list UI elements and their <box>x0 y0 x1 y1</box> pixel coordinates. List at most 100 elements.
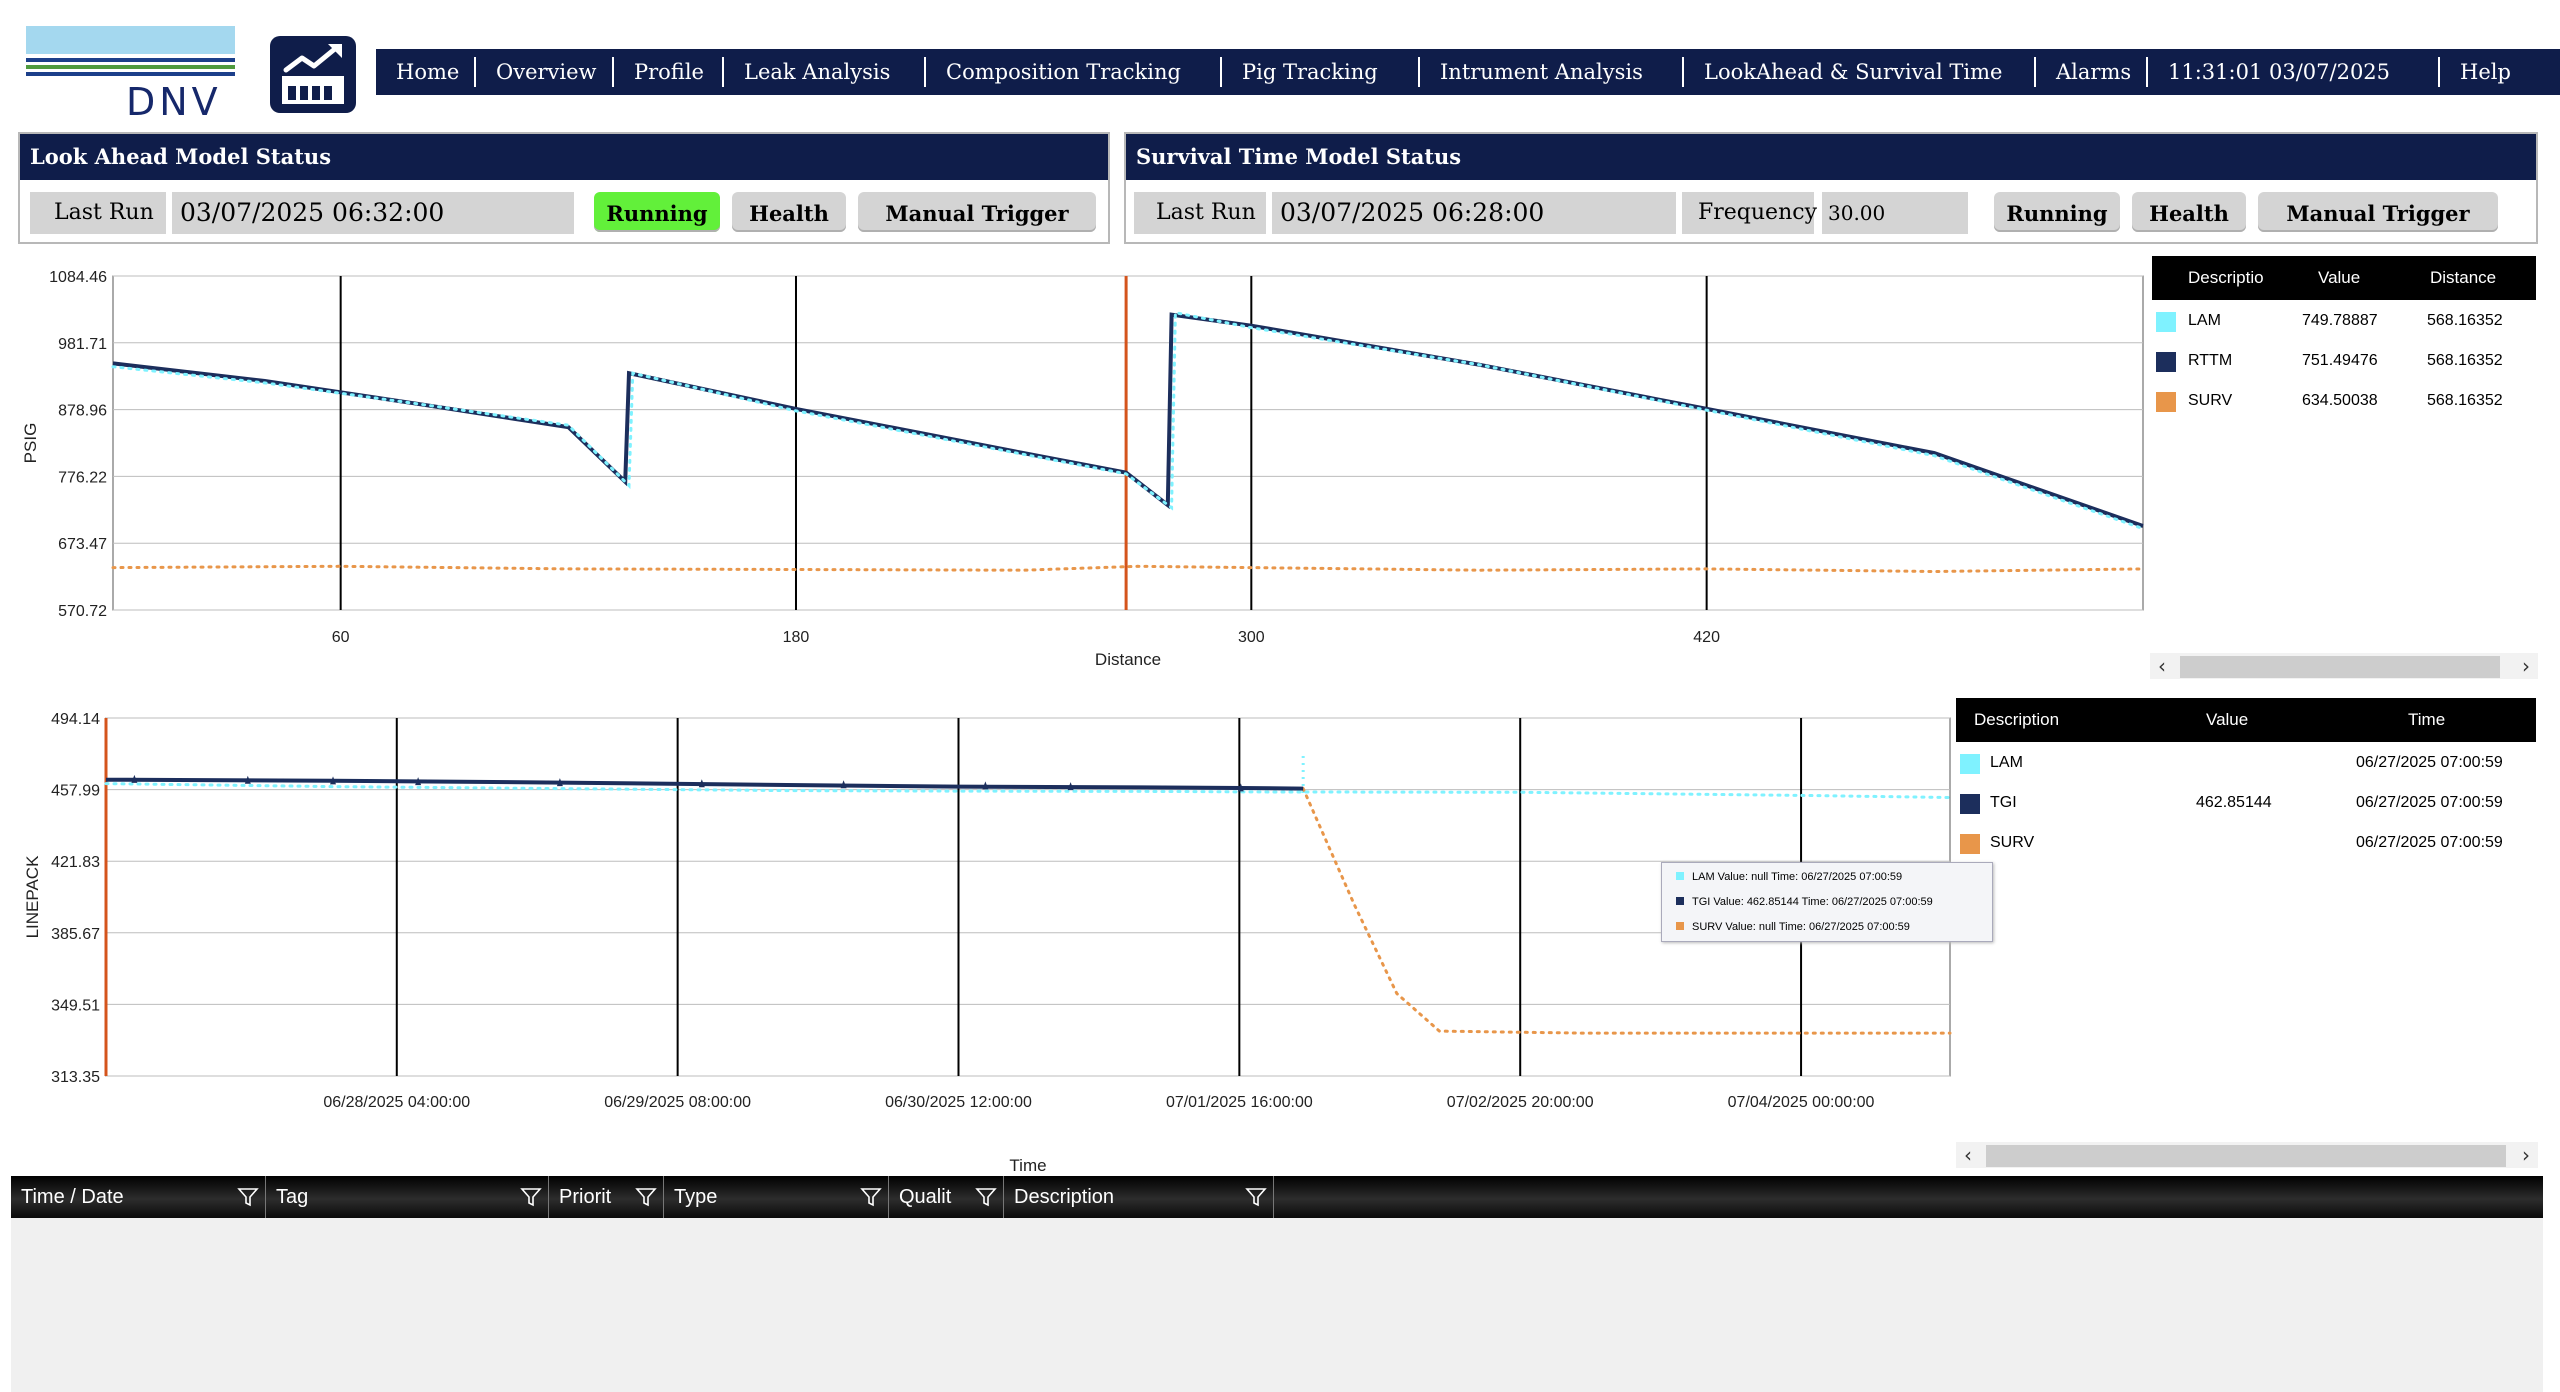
scroll-right-icon[interactable]: › <box>2516 653 2536 679</box>
lam-swatch <box>1960 754 1980 774</box>
scroll-right-icon[interactable]: › <box>2516 1142 2536 1168</box>
look-ahead-title: Look Ahead Model Status <box>20 134 1108 180</box>
col-time-date[interactable]: Time / Date <box>11 1176 266 1218</box>
nav-home[interactable]: Home <box>376 57 476 87</box>
nav-alarms[interactable]: Alarms <box>2036 57 2148 87</box>
survival-panel: Survival Time Model Status Last Run 03/0… <box>1124 132 2538 244</box>
survival-last-run-value: 03/07/2025 06:28:00 <box>1272 192 1676 234</box>
scroll-left-icon[interactable]: ‹ <box>1958 1142 1978 1168</box>
survival-last-run-label: Last Run <box>1134 192 1266 234</box>
x-tick-label: 07/01/2025 16:00:00 <box>1166 1094 1313 1111</box>
legend-time: 06/27/2025 07:00:59 <box>2356 834 2503 851</box>
tooltip-lam-line: LAM Value: null Time: 06/27/2025 07:00:5… <box>1676 871 1902 883</box>
legend-row-surv: SURV 06/27/2025 07:00:59 <box>1956 822 2536 862</box>
look-ahead-last-run-value: 03/07/2025 06:32:00 <box>172 192 574 234</box>
look-ahead-panel: Look Ahead Model Status Last Run 03/07/2… <box>18 132 1110 244</box>
tooltip-surv-line: SURV Value: null Time: 06/27/2025 07:00:… <box>1676 921 1910 933</box>
x-tick-label: 06/30/2025 12:00:00 <box>885 1094 1032 1111</box>
nav-instrument-analysis[interactable]: Intrument Analysis <box>1420 57 1684 87</box>
dashboard-chart-icon[interactable] <box>270 36 356 113</box>
y-tick-label: 776.22 <box>58 469 107 486</box>
linepack-legend: Description Value Time LAM 06/27/2025 07… <box>1956 698 2536 862</box>
legend-value: 751.49476 <box>2302 352 2378 369</box>
filter-icon[interactable] <box>520 1186 542 1208</box>
filter-icon[interactable] <box>635 1186 657 1208</box>
x-tick-label: 420 <box>1693 629 1720 646</box>
nav-composition-tracking[interactable]: Composition Tracking <box>926 57 1222 87</box>
frequency-value: 30.00 <box>1822 192 1968 234</box>
legend-row-tgi: TGI 462.85144 06/27/2025 07:00:59 <box>1956 782 2536 822</box>
legend-value: 462.85144 <box>2196 794 2272 811</box>
y-tick-label: 673.47 <box>58 536 107 553</box>
legend-name: SURV <box>1990 834 2035 851</box>
nav-lookahead-survival[interactable]: LookAhead & Survival Time <box>1684 57 2036 87</box>
nav-leak-analysis[interactable]: Leak Analysis <box>724 57 926 87</box>
col-type[interactable]: Type <box>664 1176 889 1218</box>
legend-name: TGI <box>1990 794 2017 811</box>
hover-tooltip: LAM Value: null Time: 06/27/2025 07:00:5… <box>1661 862 1993 942</box>
filter-icon[interactable] <box>1245 1186 1267 1208</box>
tgi-swatch <box>1676 897 1684 905</box>
legend-time: 06/27/2025 07:00:59 <box>2356 794 2503 811</box>
legend-col-time: Time <box>2408 710 2446 729</box>
nav-overview[interactable]: Overview <box>476 57 614 87</box>
dnv-logo: DNV <box>26 24 236 124</box>
linepack-legend-scrollbar[interactable]: ‹ › <box>1956 1142 2538 1168</box>
x-tick-label: 07/02/2025 20:00:00 <box>1447 1094 1594 1111</box>
y-tick-label: 570.72 <box>58 603 107 620</box>
col-label: Description <box>1014 1186 1115 1208</box>
surv-swatch <box>1960 834 1980 854</box>
scroll-thumb[interactable] <box>2180 656 2500 678</box>
look-ahead-health-button[interactable]: Health <box>732 192 846 232</box>
tgi-swatch <box>1960 794 1980 814</box>
filter-icon[interactable] <box>860 1186 882 1208</box>
x-tick-label: 07/04/2025 00:00:00 <box>1728 1094 1875 1111</box>
nav-pig-tracking[interactable]: Pig Tracking <box>1222 57 1420 87</box>
tooltip-text: LAM Value: null Time: 06/27/2025 07:00:5… <box>1692 871 1903 883</box>
legend-col-description: Description <box>1974 710 2060 729</box>
filter-icon[interactable] <box>237 1186 259 1208</box>
scroll-thumb[interactable] <box>1986 1145 2506 1167</box>
y-tick-label: 981.71 <box>58 336 107 353</box>
col-description[interactable]: Description <box>1004 1176 1274 1218</box>
legend-distance: 568.16352 <box>2427 312 2503 329</box>
legend-row-surv: SURV 634.50038 568.16352 <box>2152 380 2536 420</box>
legend-name: LAM <box>1990 754 2023 771</box>
survival-manual-trigger-button[interactable]: Manual Trigger <box>2258 192 2498 232</box>
col-label: Tag <box>276 1186 309 1208</box>
profile-legend: Descriptio Value Distance LAM 749.78887 … <box>2152 256 2536 420</box>
look-ahead-running-button[interactable]: Running <box>594 192 720 232</box>
x-tick-label: 06/29/2025 08:00:00 <box>604 1094 751 1111</box>
plot-area <box>112 275 2144 611</box>
col-label: Priorit <box>559 1186 612 1208</box>
legend-name: SURV <box>2188 392 2233 409</box>
logo-text: DNV <box>126 80 222 124</box>
filter-icon[interactable] <box>975 1186 997 1208</box>
legend-value: 634.50038 <box>2302 392 2378 409</box>
nav-help[interactable]: Help <box>2440 57 2530 87</box>
look-ahead-last-run-label: Last Run <box>30 192 166 234</box>
legend-name: LAM <box>2188 312 2221 329</box>
col-tag[interactable]: Tag <box>266 1176 549 1218</box>
pressure-profile-chart[interactable]: 570.72 673.47 776.22 878.96 981.71 1084.46 60 1… <box>0 250 2160 690</box>
tooltip-text: TGI Value: 462.85144 Time: 06/27/2025 07… <box>1692 896 1933 908</box>
nav-profile[interactable]: Profile <box>614 57 724 87</box>
y-axis-label: PSIG <box>21 423 40 464</box>
x-tick-label: 06/28/2025 04:00:00 <box>323 1094 470 1111</box>
look-ahead-manual-trigger-button[interactable]: Manual Trigger <box>858 192 1096 232</box>
col-label: Time / Date <box>21 1186 124 1208</box>
survival-health-button[interactable]: Health <box>2132 192 2246 232</box>
col-priority[interactable]: Priorit <box>549 1176 664 1218</box>
x-tick-label: 60 <box>332 629 350 646</box>
legend-row-rttm: RTTM 751.49476 568.16352 <box>2152 340 2536 380</box>
frequency-label: Frequency <box>1682 192 1817 234</box>
survival-running-button[interactable]: Running <box>1994 192 2120 232</box>
col-quality[interactable]: Qualit <box>889 1176 1004 1218</box>
profile-legend-scrollbar[interactable]: ‹ › <box>2150 653 2538 679</box>
y-tick-label: 385.67 <box>51 926 100 943</box>
scroll-left-icon[interactable]: ‹ <box>2152 653 2172 679</box>
survival-title: Survival Time Model Status <box>1126 134 2536 180</box>
y-tick-label: 313.35 <box>51 1069 100 1086</box>
legend-col-value: Value <box>2206 710 2249 729</box>
y-tick-label: 878.96 <box>58 403 107 420</box>
